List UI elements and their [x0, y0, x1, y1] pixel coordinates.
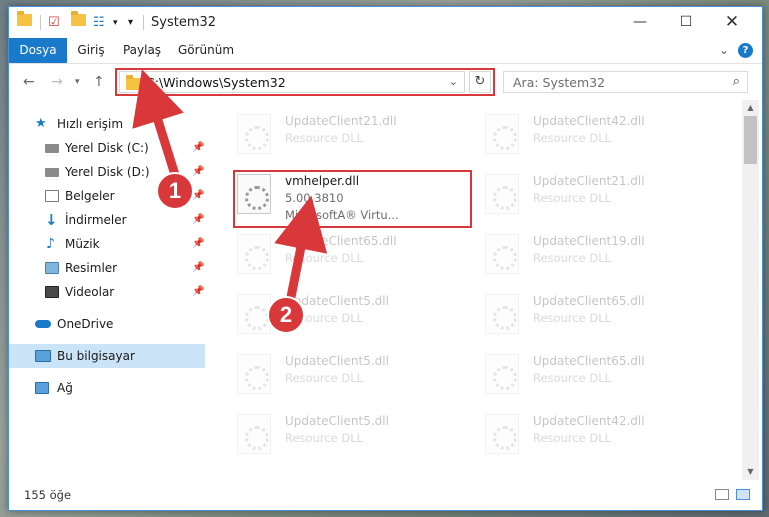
- step-1-badge: 1: [156, 172, 194, 210]
- arrow-1: [132, 69, 184, 183]
- step-2-badge: 2: [267, 296, 305, 334]
- annotation-arrows: [132, 69, 328, 307]
- arrow-2: [274, 195, 328, 307]
